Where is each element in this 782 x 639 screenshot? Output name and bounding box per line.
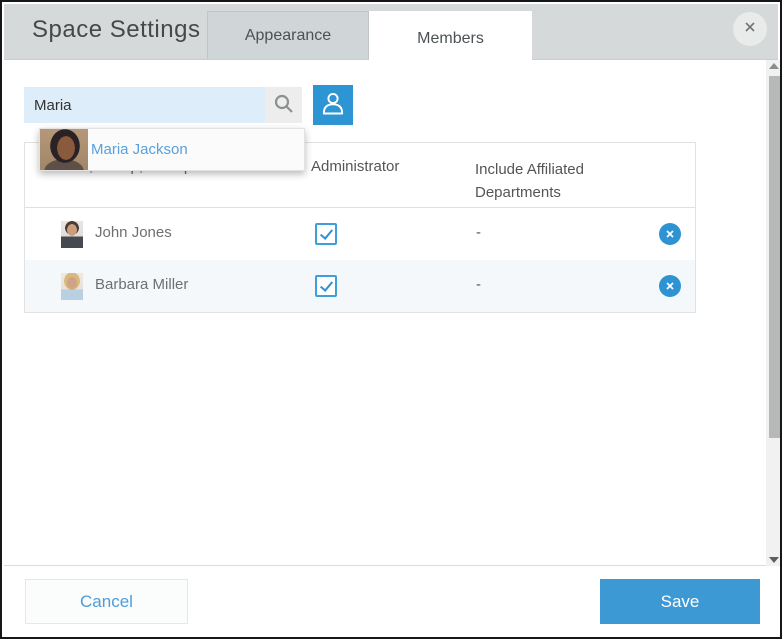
page-title: Space Settings (32, 16, 200, 44)
affiliated-value: - (476, 224, 481, 241)
column-header-administrator: Administrator (311, 158, 399, 175)
space-settings-dialog: Space Settings Appearance Members Maria … (0, 0, 782, 639)
add-member-button[interactable] (313, 85, 353, 125)
close-button[interactable] (733, 12, 767, 46)
member-name: John Jones (95, 224, 172, 241)
remove-member-button[interactable] (659, 275, 681, 297)
vertical-scrollbar[interactable] (766, 60, 782, 566)
avatar (61, 273, 83, 300)
search-button[interactable] (265, 87, 302, 123)
scroll-down-icon[interactable] (769, 557, 779, 563)
scroll-up-icon[interactable] (769, 63, 779, 69)
footer-divider (4, 565, 778, 566)
search-suggestion-item[interactable]: Maria Jackson (39, 128, 305, 171)
suggestion-name: Maria Jackson (91, 141, 188, 158)
search-input[interactable] (24, 87, 265, 123)
tab-appearance[interactable]: Appearance (207, 11, 369, 59)
administrator-checkbox[interactable] (315, 275, 337, 297)
table-row: Barbara Miller - (25, 260, 695, 312)
member-search (24, 87, 302, 123)
tab-members[interactable]: Members (369, 11, 532, 67)
search-icon (273, 93, 295, 118)
tab-appearance-label: Appearance (245, 27, 331, 45)
avatar (40, 129, 88, 170)
column-header-affiliated: Include Affiliated Departments (475, 158, 600, 204)
close-icon (743, 20, 757, 39)
affiliated-value: - (476, 276, 481, 293)
remove-icon (665, 227, 675, 242)
remove-member-button[interactable] (659, 223, 681, 245)
table-row: John Jones - (25, 208, 695, 260)
save-button[interactable]: Save (600, 579, 760, 624)
member-name: Barbara Miller (95, 276, 188, 293)
remove-icon (665, 279, 675, 294)
tab-members-label: Members (417, 30, 484, 48)
scrollbar-thumb[interactable] (769, 76, 782, 438)
cancel-button-label: Cancel (80, 592, 133, 612)
avatar (61, 221, 83, 248)
person-icon (319, 90, 347, 121)
cancel-button[interactable]: Cancel (25, 579, 188, 624)
administrator-checkbox[interactable] (315, 223, 337, 245)
save-button-label: Save (661, 592, 700, 612)
